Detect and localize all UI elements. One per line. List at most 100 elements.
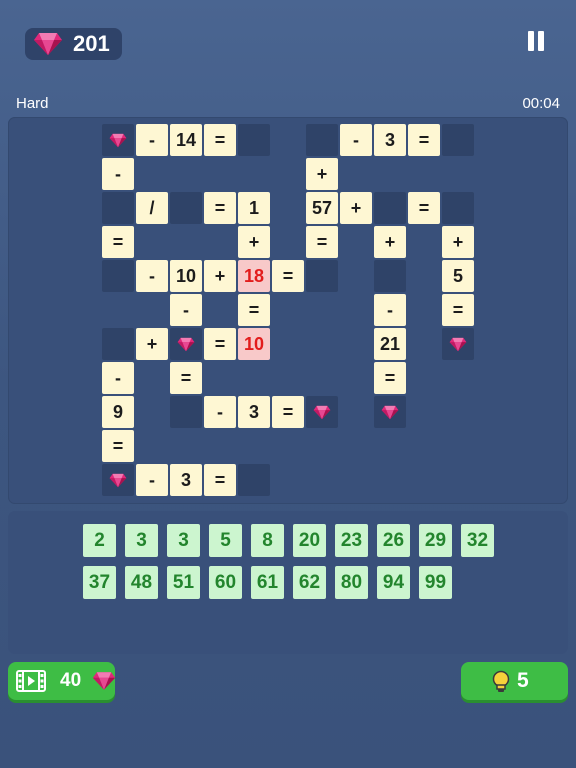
number-tile[interactable]: 61 [251,566,284,599]
number-cell: 10 [170,260,202,292]
operator-cell: = [272,396,304,428]
empty-slot[interactable] [374,192,406,224]
number-cell: 57 [306,192,338,224]
empty-slot[interactable] [102,260,134,292]
operator-cell: - [136,124,168,156]
film-icon [16,670,46,692]
empty-slot[interactable] [442,192,474,224]
operator-cell: = [102,226,134,258]
number-cell: 9 [102,396,134,428]
placed-number-cell[interactable]: 10 [238,328,270,360]
number-cell: 5 [442,260,474,292]
gem-icon [449,337,467,351]
number-tile[interactable]: 26 [377,524,410,557]
operator-cell: + [238,226,270,258]
empty-slot[interactable] [306,260,338,292]
operator-cell: - [102,362,134,394]
empty-slot[interactable] [102,192,134,224]
gem-icon [109,133,127,147]
watch-video-button[interactable]: 40 [8,662,116,700]
number-cell: 21 [374,328,406,360]
number-tray: 2 3 3 5 8 20 23 26 29 32 37 48 51 60 61 62 80 94 99 [8,511,568,654]
gem-slot[interactable] [374,396,406,428]
empty-slot[interactable] [170,192,202,224]
number-tile[interactable]: 51 [167,566,200,599]
gem-counter: 201 [25,28,122,60]
operator-cell: + [306,158,338,190]
number-tile[interactable]: 8 [251,524,284,557]
operator-cell: - [374,294,406,326]
operator-cell: = [204,464,236,496]
operator-cell: = [204,192,236,224]
operator-cell: / [136,192,168,224]
operator-cell: + [374,226,406,258]
operator-cell: + [442,226,474,258]
timer: 00:04 [522,95,560,112]
operator-cell: - [136,464,168,496]
number-tile[interactable]: 29 [419,524,452,557]
empty-slot[interactable] [374,260,406,292]
empty-slot[interactable] [238,124,270,156]
operator-cell: = [102,430,134,462]
operator-cell: = [306,226,338,258]
pause-button[interactable] [526,31,546,51]
number-tile[interactable]: 3 [167,524,200,557]
empty-slot[interactable] [102,328,134,360]
lightbulb-icon [492,670,510,692]
puzzle-board: -14 = -3 = - + / = 1 57 + = = + = + + -10 +18 = 5- = - = + = 10 21-… [8,117,568,504]
difficulty-label: Hard [16,95,49,112]
gem-slot[interactable] [170,328,202,360]
number-tile[interactable]: 48 [125,566,158,599]
operator-cell: = [408,124,440,156]
number-tile[interactable]: 99 [419,566,452,599]
number-tile[interactable]: 20 [293,524,326,557]
number-cell: 3 [374,124,406,156]
operator-cell: - [170,294,202,326]
operator-cell: = [442,294,474,326]
empty-slot[interactable] [442,124,474,156]
number-tile[interactable]: 5 [209,524,242,557]
empty-slot[interactable] [238,464,270,496]
number-tile[interactable]: 32 [461,524,494,557]
operator-cell: - [136,260,168,292]
operator-cell: - [204,396,236,428]
number-tile[interactable]: 3 [125,524,158,557]
number-cell: 3 [238,396,270,428]
empty-slot[interactable] [306,124,338,156]
gem-icon [109,473,127,487]
operator-cell: + [340,192,372,224]
operator-cell: = [408,192,440,224]
pause-icon [528,31,534,51]
number-cell: 14 [170,124,202,156]
number-cell: 1 [238,192,270,224]
gem-icon [381,405,399,419]
empty-slot[interactable] [170,396,202,428]
hint-count: 5 [517,669,529,692]
gem-slot[interactable] [442,328,474,360]
number-tile[interactable]: 80 [335,566,368,599]
operator-cell: = [204,328,236,360]
operator-cell: = [374,362,406,394]
number-tile[interactable]: 94 [377,566,410,599]
number-tile[interactable]: 23 [335,524,368,557]
operator-cell: = [238,294,270,326]
placed-number-cell[interactable]: 18 [238,260,270,292]
operator-cell: = [204,124,236,156]
number-cell: 3 [170,464,202,496]
number-tile[interactable]: 60 [209,566,242,599]
gem-icon [92,672,116,690]
hint-button[interactable]: 5 [461,662,568,700]
gem-slot[interactable] [102,464,134,496]
gem-icon [34,33,62,55]
gem-slot[interactable] [102,124,134,156]
operator-cell: - [340,124,372,156]
number-tile[interactable]: 62 [293,566,326,599]
number-tile[interactable]: 2 [83,524,116,557]
gem-icon [177,337,195,351]
gem-slot[interactable] [306,396,338,428]
operator-cell: = [272,260,304,292]
number-tile[interactable]: 37 [83,566,116,599]
operator-cell: - [102,158,134,190]
operator-cell: + [204,260,236,292]
operator-cell: + [136,328,168,360]
